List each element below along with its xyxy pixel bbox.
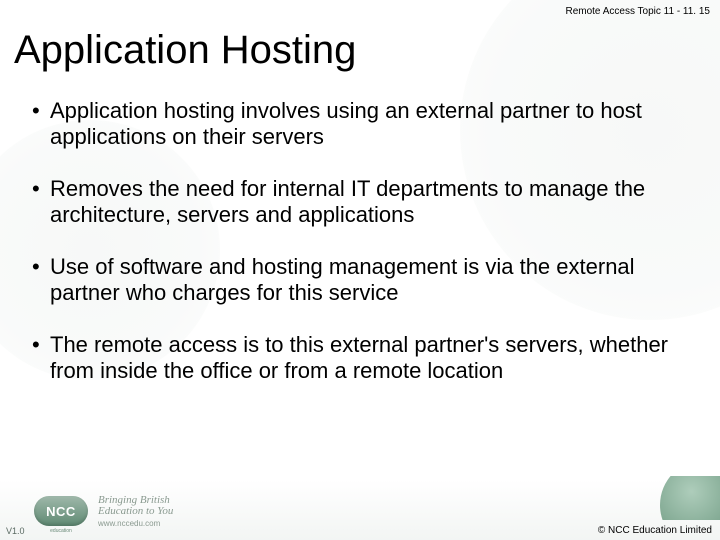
list-item: Removes the need for internal IT departm…	[30, 176, 700, 228]
tagline-line2: Education to You	[98, 506, 173, 518]
bullet-list: Application hosting involves using an ex…	[30, 98, 700, 384]
ncc-logo-icon: NCC education	[34, 496, 88, 526]
list-item: Use of software and hosting management i…	[30, 254, 700, 306]
slide: Remote Access Topic 11 - 11. 15 Applicat…	[0, 0, 720, 540]
list-item: The remote access is to this external pa…	[30, 332, 700, 384]
logo-text: NCC	[46, 504, 76, 519]
list-item: Application hosting involves using an ex…	[30, 98, 700, 150]
header-meta: Remote Access Topic 11 - 11. 15	[565, 6, 710, 17]
footer-url: www.nccedu.com	[98, 520, 173, 528]
page-title: Application Hosting	[14, 28, 356, 73]
body-content: Application hosting involves using an ex…	[30, 98, 700, 410]
version-label: V1.0	[6, 526, 25, 536]
tagline: Bringing British Education to You www.nc…	[98, 495, 173, 528]
logo-subtext: education	[50, 528, 72, 534]
footer: NCC education Bringing British Education…	[0, 478, 720, 540]
copyright-label: © NCC Education Limited	[598, 525, 712, 536]
logo-block: NCC education Bringing British Education…	[34, 495, 173, 528]
